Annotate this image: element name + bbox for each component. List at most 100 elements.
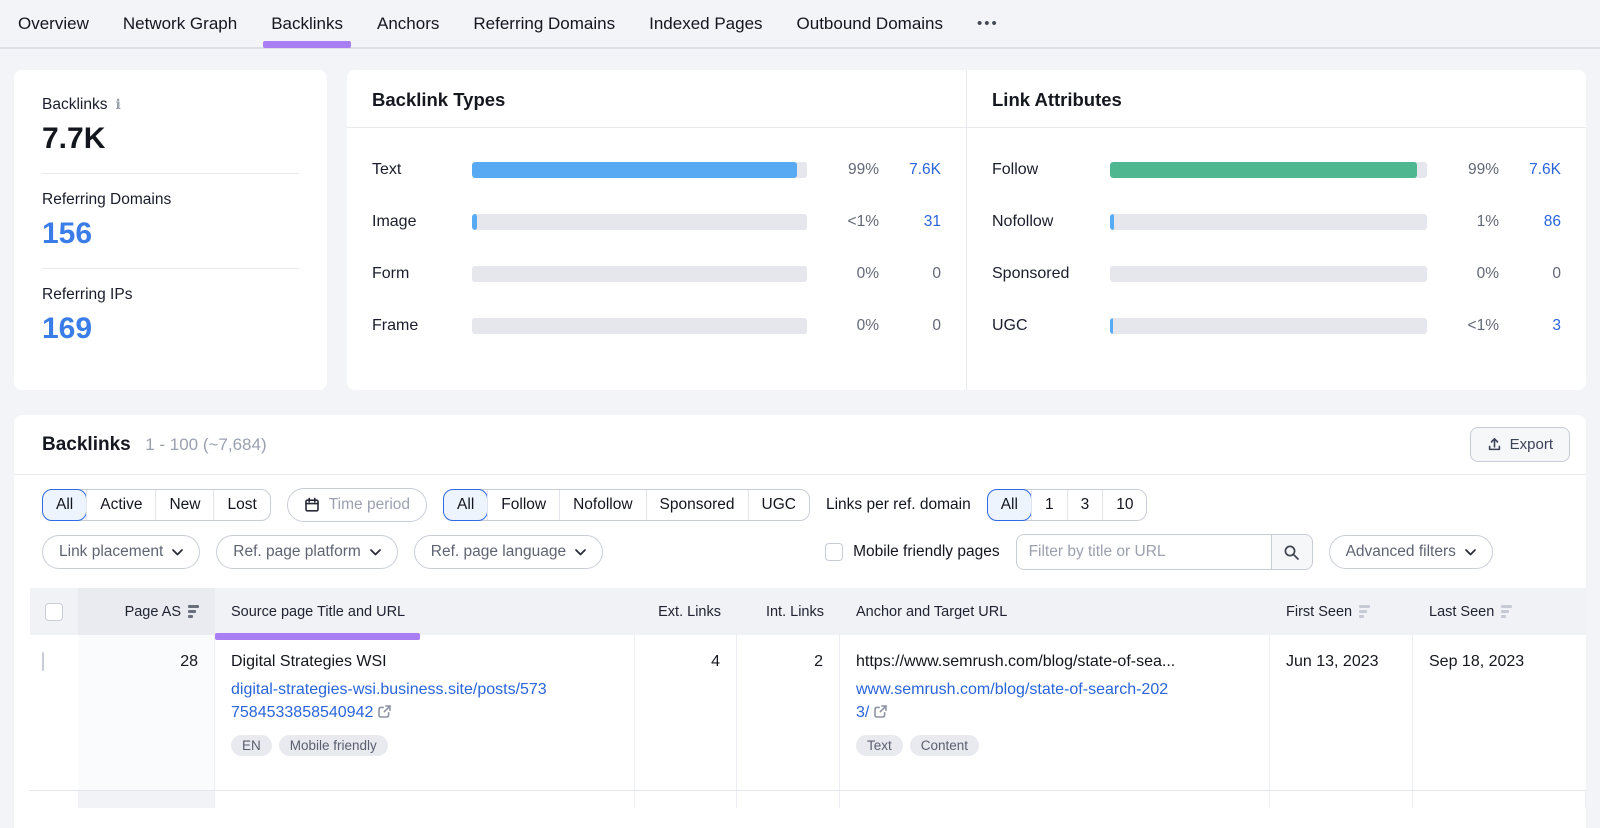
bar-fill [1110,318,1113,334]
backlinks-metric-value: 7.7K [42,122,299,156]
export-icon [1487,437,1502,452]
column-header-last-seen[interactable]: Last Seen [1413,588,1586,635]
external-link-icon [377,704,392,719]
export-button[interactable]: Export [1470,427,1570,462]
source-page-title: Digital Strategies WSI [231,653,618,671]
select-all-checkbox[interactable] [45,603,63,621]
referring-ips-label: Referring IPs [42,286,299,304]
follow-option-ugc[interactable]: UGC [748,490,809,520]
referring-ips-value[interactable]: 169 [42,312,299,346]
column-header-ext-links[interactable]: Ext. Links [635,588,737,635]
chevron-down-icon [172,549,183,556]
row-last-seen: Sep 18, 2023 [1413,635,1586,790]
column-header-int-links[interactable]: Int. Links [737,588,840,635]
filters-panel: All Active New Lost Time period All Foll… [14,475,1586,576]
bar-fill [1110,214,1114,230]
follow-option-sponsored[interactable]: Sponsored [646,490,748,520]
search-button[interactable] [1271,534,1313,570]
column-header-source[interactable]: Source page Title and URL [215,588,635,635]
bar-track [472,162,807,178]
language-tag: EN [231,735,272,756]
tab-referring-domains[interactable]: Referring Domains [473,2,615,46]
ref-page-platform-dropdown[interactable]: Ref. page platform [216,535,398,569]
advanced-filters-dropdown[interactable]: Advanced filters [1329,535,1493,569]
bar-track [1110,266,1427,282]
time-period-button[interactable]: Time period [287,488,427,522]
bar-row-follow: Follow 99% 7.6K [992,144,1561,196]
table-column-headers: Page AS Source page Title and URL Ext. L… [30,588,1586,635]
calendar-icon [304,497,320,513]
links-per-domain-label: Links per ref. domain [826,496,971,514]
row-int-links: 2 [737,635,840,790]
lpd-option-all[interactable]: All [987,489,1032,521]
tab-network-graph[interactable]: Network Graph [123,2,237,46]
tab-overview[interactable]: Overview [18,2,89,46]
mobile-friendly-checkbox-wrap[interactable]: Mobile friendly pages [825,543,999,561]
chevron-down-icon [370,549,381,556]
column-header-page-as[interactable]: Page AS [78,588,215,635]
bar-track [1110,318,1427,334]
placement-tag: Content [910,735,979,756]
backlink-types-panel: Backlink Types Text 99% 7.6K Image <1% 3… [347,70,966,390]
tab-backlinks[interactable]: Backlinks [271,2,343,46]
status-option-all[interactable]: All [42,489,87,521]
bar-track [1110,214,1427,230]
sort-icon [1501,605,1512,618]
follow-option-nofollow[interactable]: Nofollow [559,490,645,520]
overview-cards-row: Backlinks i 7.7K Referring Domains 156 R… [14,70,1586,390]
bar-row-sponsored: Sponsored 0% 0 [992,248,1561,300]
divider [42,173,299,174]
lpd-option-10[interactable]: 10 [1102,490,1146,520]
target-url[interactable]: www.semrush.com/blog/state-of-search-202… [856,678,1253,724]
column-header-anchor[interactable]: Anchor and Target URL [840,588,1270,635]
ref-page-language-dropdown[interactable]: Ref. page language [414,535,603,569]
table-range: 1 - 100 (~7,684) [145,435,266,454]
tab-indexed-pages[interactable]: Indexed Pages [649,2,762,46]
status-option-lost[interactable]: Lost [213,490,269,520]
bar-row-ugc: UGC <1% 3 [992,300,1561,352]
column-header-first-seen[interactable]: First Seen [1270,588,1413,635]
link-attributes-panel: Link Attributes Follow 99% 7.6K Nofollow… [966,70,1586,390]
lpd-option-3[interactable]: 3 [1067,490,1103,520]
summary-card: Backlinks i 7.7K Referring Domains 156 R… [14,70,327,390]
active-tab-underline [263,41,351,48]
more-tabs-icon[interactable]: ••• [977,15,999,32]
links-per-domain-filter: All 1 3 10 [987,489,1148,521]
backlinks-metric-label: Backlinks i [42,96,299,114]
link-placement-dropdown[interactable]: Link placement [42,535,200,569]
column-highlight-underline [215,633,420,640]
chevron-down-icon [575,549,586,556]
distribution-card: Backlink Types Text 99% 7.6K Image <1% 3… [347,70,1586,390]
bar-row-text: Text 99% 7.6K [372,144,941,196]
search-icon [1283,544,1300,561]
bar-fill [472,214,477,230]
status-option-new[interactable]: New [155,490,213,520]
row-checkbox[interactable] [42,652,44,671]
source-page-url[interactable]: digital-strategies-wsi.business.site/pos… [231,678,618,724]
follow-filter: All Follow Nofollow Sponsored UGC [443,489,810,521]
status-filter: All Active New Lost [42,489,271,521]
report-tabs-bar: Overview Network Graph Backlinks Anchors… [0,0,1600,49]
referring-domains-value[interactable]: 156 [42,217,299,251]
bar-fill [472,162,797,178]
bar-row-form: Form 0% 0 [372,248,941,300]
bar-track [472,214,807,230]
table-title: Backlinks [42,434,131,455]
search-input[interactable] [1016,534,1271,570]
row-page-as: 28 [78,635,215,790]
tab-anchors[interactable]: Anchors [377,2,439,46]
info-icon[interactable]: i [115,97,120,113]
mobile-friendly-checkbox[interactable] [825,543,843,561]
backlink-types-title: Backlink Types [347,70,966,128]
row-first-seen: Jun 13, 2023 [1270,635,1413,790]
tab-outbound-domains[interactable]: Outbound Domains [797,2,943,46]
status-option-active[interactable]: Active [86,490,155,520]
follow-option-follow[interactable]: Follow [487,490,559,520]
mobile-friendly-label: Mobile friendly pages [853,543,999,561]
external-link-icon [873,704,888,719]
lpd-option-1[interactable]: 1 [1031,490,1067,520]
link-type-tag: Text [856,735,903,756]
follow-option-all[interactable]: All [443,489,488,521]
anchor-tags: Text Content [856,735,1253,756]
sort-icon [1359,605,1370,618]
